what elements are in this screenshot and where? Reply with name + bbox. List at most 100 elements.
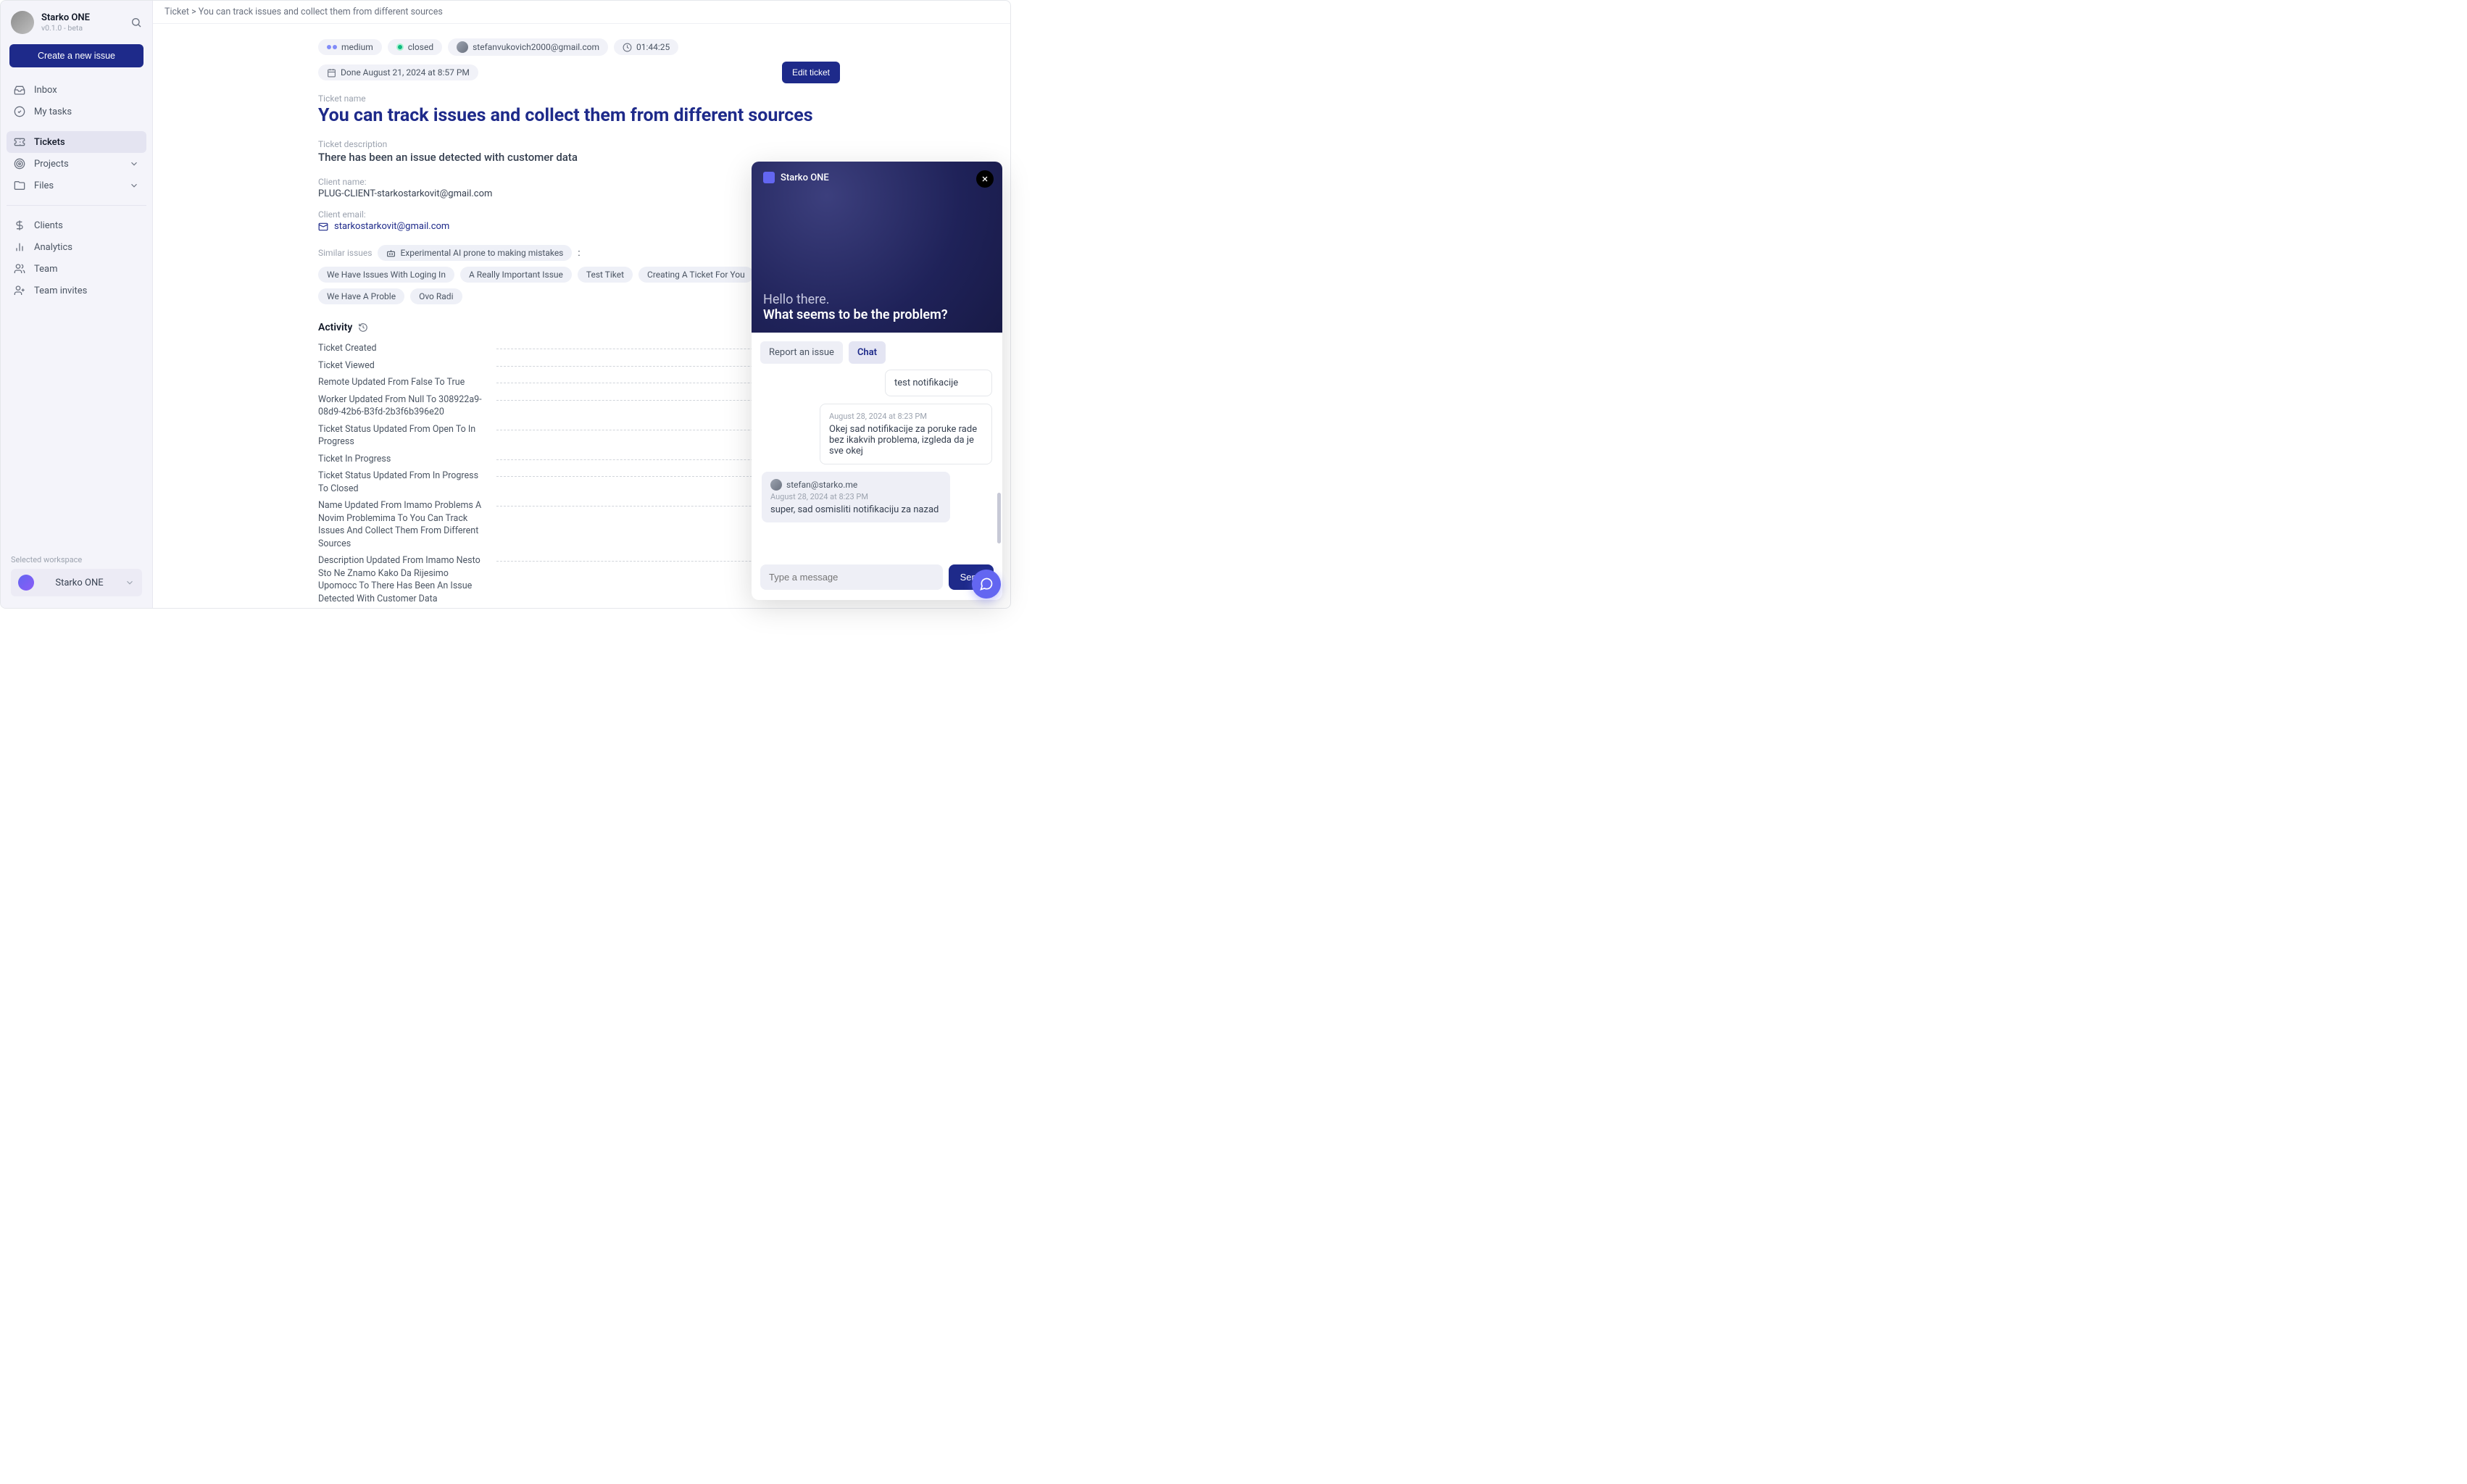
chat-widget: Starko ONE Hello there. What seems to be… xyxy=(752,162,1002,600)
chat-header: Starko ONE Hello there. What seems to be… xyxy=(752,162,1002,333)
activity-text: Remote Updated From False To True xyxy=(318,376,485,389)
priority-dots-icon xyxy=(327,45,337,49)
status-pill[interactable]: closed xyxy=(388,39,442,55)
sidebar-item-clients[interactable]: Clients xyxy=(7,214,146,236)
chat-bubble-incoming: test notifikacije xyxy=(885,370,992,396)
close-icon xyxy=(981,175,989,183)
similar-tag[interactable]: We Have A Proble xyxy=(318,288,404,304)
workspace-header: Starko ONE v0.1.0 - beta xyxy=(1,1,152,41)
avatar xyxy=(457,41,468,53)
chevron-down-icon xyxy=(125,578,135,588)
ticket-desc-label: Ticket description xyxy=(318,139,840,149)
activity-text: Ticket In Progress xyxy=(318,453,485,466)
sidebar-item-team-invites[interactable]: Team invites xyxy=(7,280,146,301)
chat-logo-icon xyxy=(763,172,775,183)
chat-greeting-line2: What seems to be the problem? xyxy=(763,307,991,322)
sidebar-item-label: My tasks xyxy=(34,107,72,117)
activity-text: Ticket Viewed xyxy=(318,359,485,372)
search-icon[interactable] xyxy=(130,17,142,28)
sidebar-item-analytics[interactable]: Analytics xyxy=(7,236,146,258)
sidebar-item-inbox[interactable]: Inbox xyxy=(7,79,146,101)
timer-pill[interactable]: 01:44:25 xyxy=(614,39,678,55)
chat-bubble-outgoing: stefan@starko.me August 28, 2024 at 8:23… xyxy=(762,472,950,522)
sidebar-item-label: Inbox xyxy=(34,85,57,96)
breadcrumb-current: You can track issues and collect them fr… xyxy=(199,7,443,17)
tray-icon xyxy=(14,84,25,96)
chat-fab-button[interactable] xyxy=(972,570,1001,599)
chat-bubble-date: August 28, 2024 at 8:23 PM xyxy=(829,412,983,421)
sidebar-item-tickets[interactable]: Tickets xyxy=(7,131,146,153)
workspace-label: Selected workspace xyxy=(11,555,142,564)
ticket-name-label: Ticket name xyxy=(318,93,840,104)
done-date-pill: Done August 21, 2024 at 8:57 PM xyxy=(318,64,478,80)
create-issue-button[interactable]: Create a new issue xyxy=(9,44,143,67)
similar-tag[interactable]: Ovo Radi xyxy=(410,288,462,304)
workspace-icon xyxy=(18,575,34,591)
chat-greeting-line1: Hello there. xyxy=(763,292,991,307)
sidebar-item-label: Tickets xyxy=(34,137,65,148)
user-plus-icon xyxy=(14,285,25,296)
chevron-down-icon xyxy=(129,180,139,191)
activity-text: Ticket Status Updated From In Progress T… xyxy=(318,470,485,495)
chat-tab-chat[interactable]: Chat xyxy=(849,341,886,364)
activity-text: Worker Updated From Null To 308922a9-08d… xyxy=(318,393,485,419)
target-icon xyxy=(14,158,25,170)
activity-text: Ticket Status Updated From Open To In Pr… xyxy=(318,423,485,449)
clock-icon xyxy=(623,43,632,52)
avatar xyxy=(11,11,34,34)
priority-pill[interactable]: medium xyxy=(318,39,382,55)
calendar-icon xyxy=(327,68,336,78)
check-circle-icon xyxy=(14,106,25,117)
activity-text: Ticket Created xyxy=(318,342,485,355)
workspace-name: Starko ONE xyxy=(41,578,117,588)
sidebar-item-label: Projects xyxy=(34,159,69,170)
ai-disclaimer-pill: Experimental AI prone to making mistakes xyxy=(378,245,572,261)
edit-ticket-button[interactable]: Edit ticket xyxy=(782,62,840,83)
sidebar-item-projects[interactable]: Projects xyxy=(7,153,146,175)
chat-brand-name: Starko ONE xyxy=(781,172,829,183)
sidebar-item-label: Analytics xyxy=(34,242,72,253)
mail-icon xyxy=(318,222,328,232)
users-icon xyxy=(14,263,25,275)
chart-icon xyxy=(14,241,25,253)
chat-icon xyxy=(979,577,994,591)
sidebar-item-label: Team xyxy=(34,264,58,275)
activity-text: Name Updated From Imamo Problems A Novim… xyxy=(318,499,485,550)
bot-icon xyxy=(386,249,396,258)
ticket-meta-row: medium closed stefanvukovich2000@gmail.c… xyxy=(318,38,840,83)
chat-messages[interactable]: test notifikacije August 28, 2024 at 8:2… xyxy=(752,370,1002,557)
folder-icon xyxy=(14,180,25,191)
similar-tag[interactable]: Creating A Ticket For You xyxy=(638,267,754,283)
sidebar-item-label: Clients xyxy=(34,220,63,231)
chevron-down-icon xyxy=(129,159,139,169)
chat-tab-report[interactable]: Report an issue xyxy=(760,341,843,364)
sidebar-item-label: Files xyxy=(34,180,54,191)
assignee-pill[interactable]: stefanvukovich2000@gmail.com xyxy=(448,38,608,56)
ticket-title: You can track issues and collect them fr… xyxy=(318,105,840,126)
history-icon[interactable] xyxy=(358,322,368,333)
chat-input[interactable] xyxy=(760,564,943,590)
dollar-icon xyxy=(14,220,25,231)
scrollbar[interactable] xyxy=(997,493,1001,543)
chat-bubble-incoming: August 28, 2024 at 8:23 PM Okej sad noti… xyxy=(820,404,992,464)
similar-tag[interactable]: We Have Issues With Loging In xyxy=(318,267,454,283)
brand-version: v0.1.0 - beta xyxy=(41,23,90,33)
brand-name: Starko ONE xyxy=(41,12,90,23)
breadcrumb: Ticket > You can track issues and collec… xyxy=(153,1,1010,24)
avatar xyxy=(770,479,782,491)
similar-issues-label: Similar issues xyxy=(318,248,372,258)
activity-text: Description Updated From Imamo Nesto Sto… xyxy=(318,554,485,605)
sidebar-item-team[interactable]: Team xyxy=(7,258,146,280)
sidebar: Starko ONE v0.1.0 - beta Create a new is… xyxy=(1,1,153,608)
chat-close-button[interactable] xyxy=(976,170,994,188)
chat-bubble-date: August 28, 2024 at 8:23 PM xyxy=(770,492,941,501)
chat-bubble-author: stefan@starko.me xyxy=(786,480,857,490)
breadcrumb-root[interactable]: Ticket xyxy=(165,7,189,17)
similar-tag[interactable]: Test Tiket xyxy=(578,267,633,283)
workspace-select[interactable]: Starko ONE xyxy=(11,569,142,596)
sidebar-item-my-tasks[interactable]: My tasks xyxy=(7,101,146,122)
sidebar-item-label: Team invites xyxy=(34,285,87,296)
status-dot-icon xyxy=(396,43,404,51)
sidebar-item-files[interactable]: Files xyxy=(7,175,146,196)
similar-tag[interactable]: A Really Important Issue xyxy=(460,267,572,283)
